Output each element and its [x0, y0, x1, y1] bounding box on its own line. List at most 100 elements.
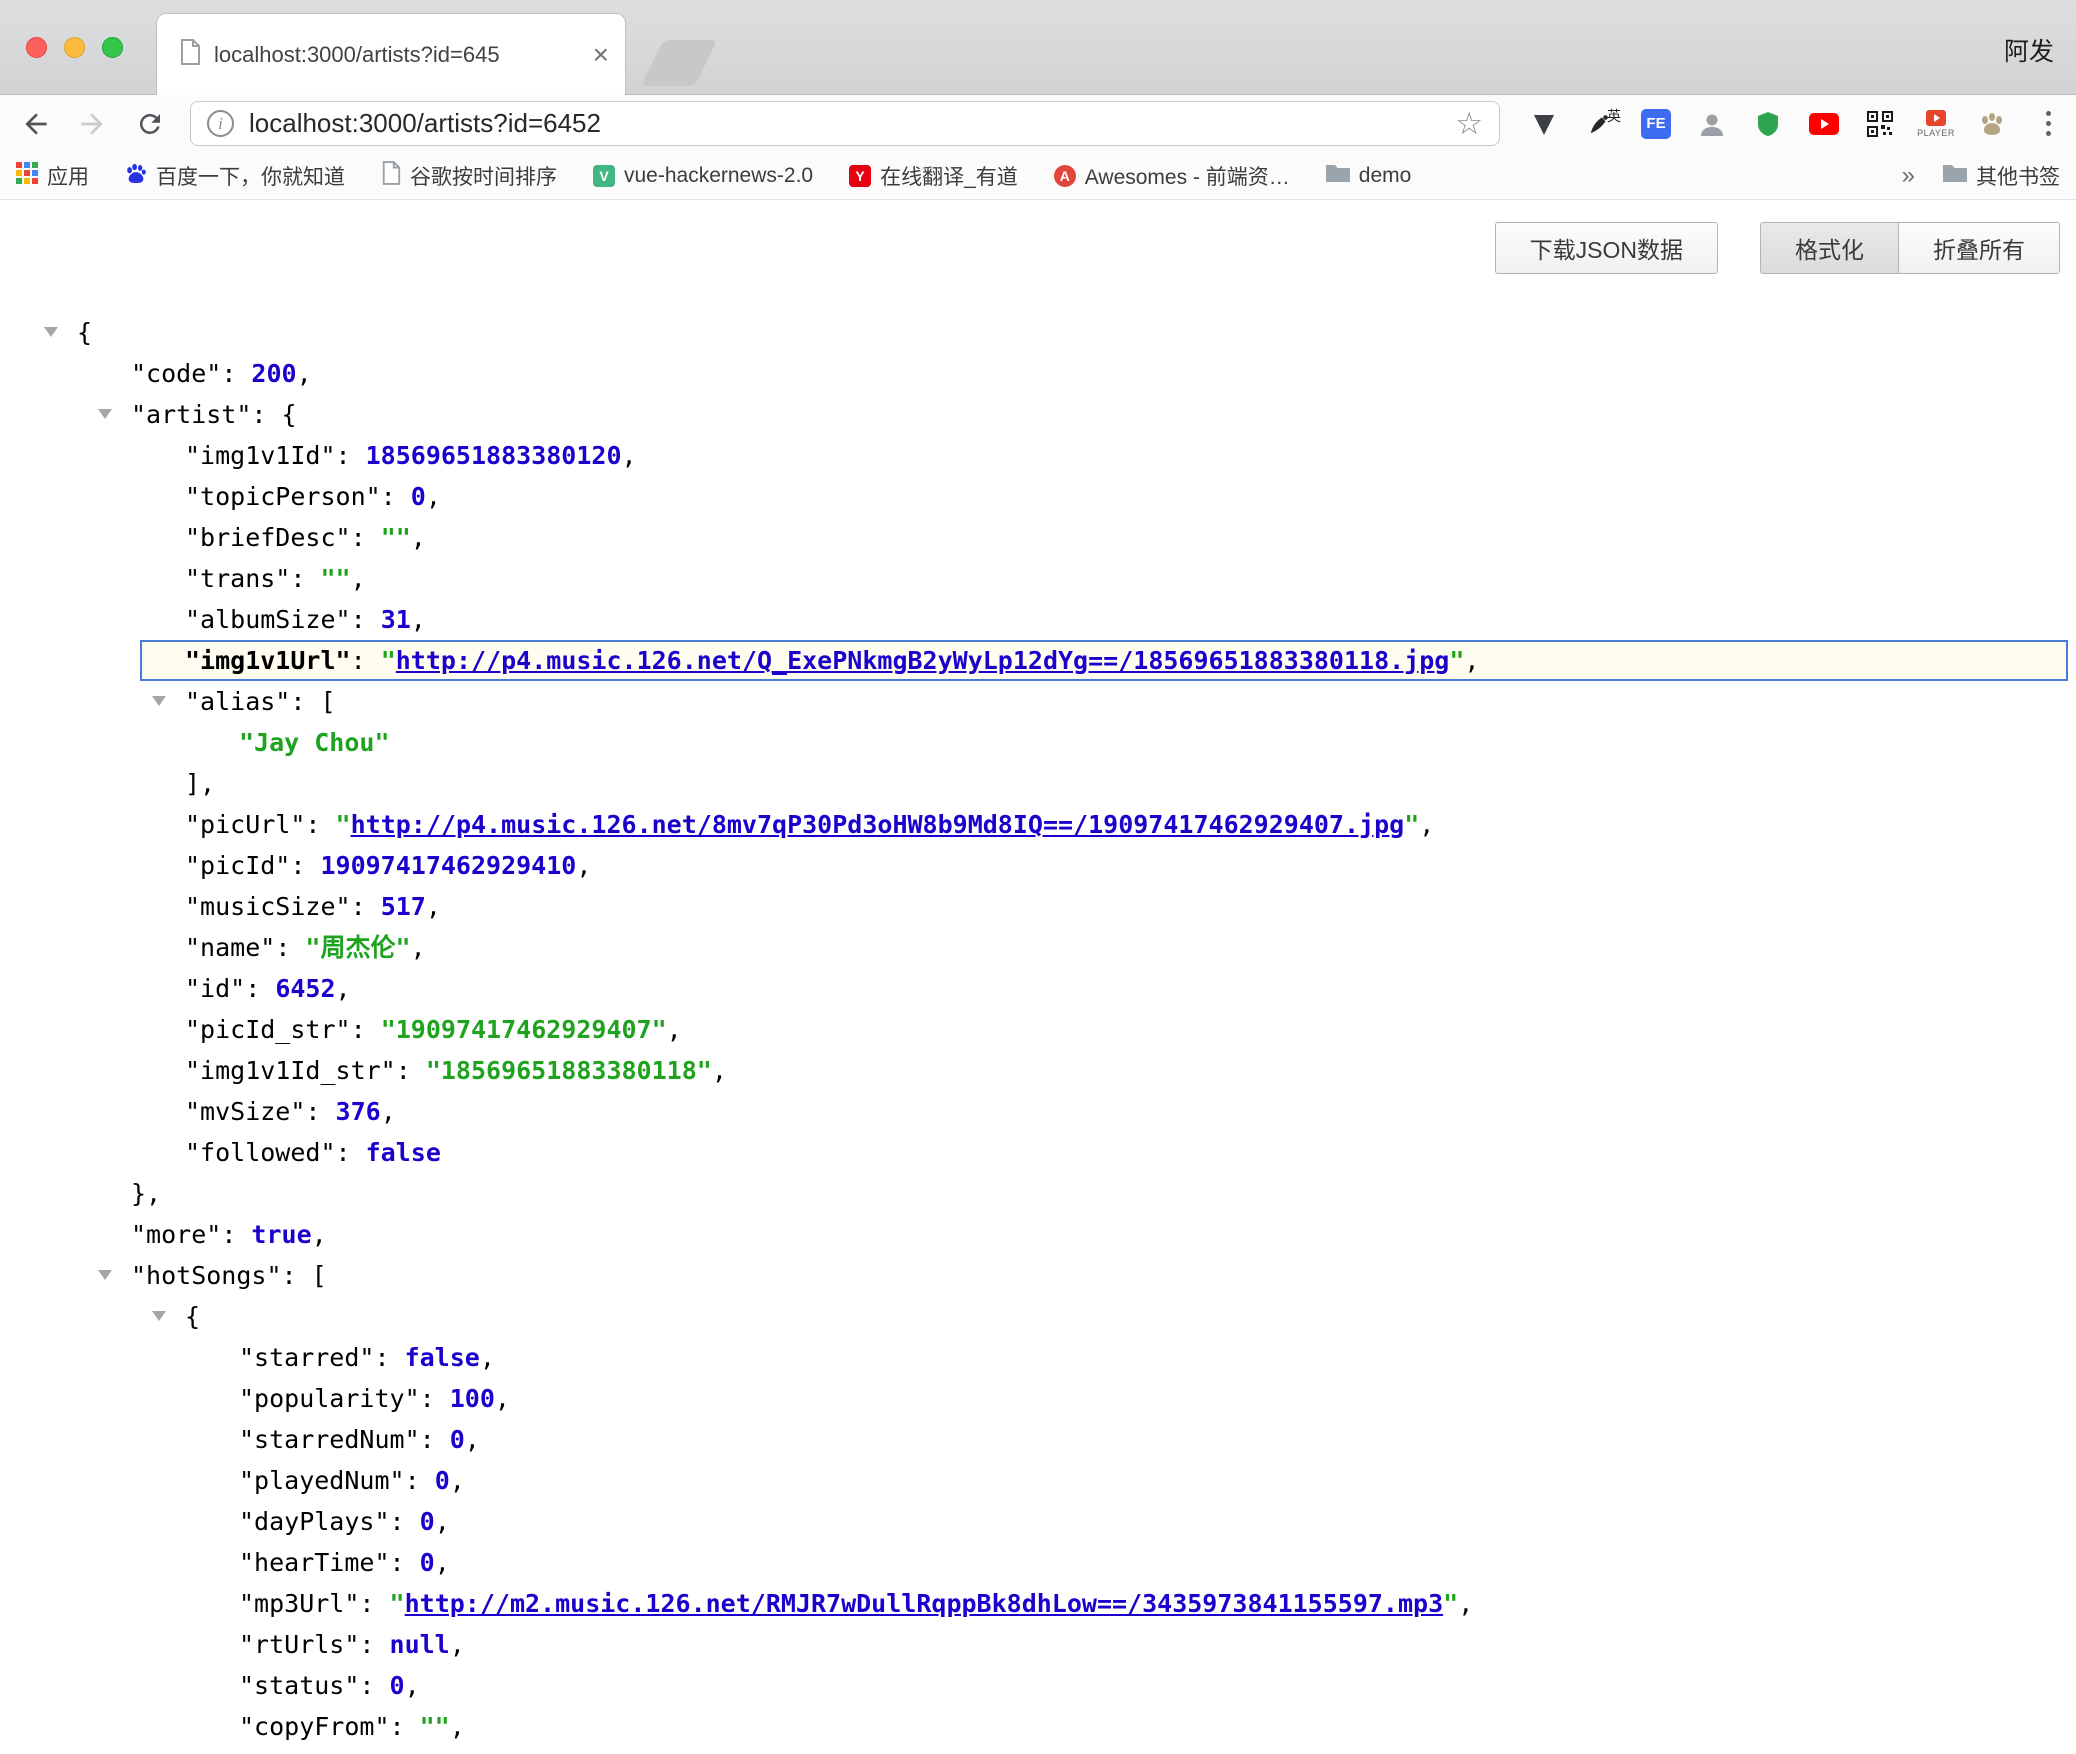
dark-flag-extension-icon[interactable] [1516, 95, 1572, 152]
json-punctuation: , [667, 1015, 682, 1044]
json-line: "followed": false [0, 1132, 2076, 1173]
json-line: "hearTime": 0, [0, 1542, 2076, 1583]
json-punctuation: : [405, 1466, 435, 1495]
back-button[interactable] [18, 106, 54, 142]
page-favicon-icon [179, 39, 201, 70]
youtube-extension-icon[interactable] [1796, 95, 1852, 152]
format-button[interactable]: 格式化 [1761, 223, 1898, 273]
player-extension-icon[interactable]: PLAYER [1908, 95, 1964, 152]
json-value: false [405, 1343, 480, 1372]
collapse-arrow-icon[interactable] [44, 327, 58, 337]
json-line: "name": "周杰伦", [0, 927, 2076, 968]
json-key: "alias" [185, 687, 290, 716]
json-url-link[interactable]: http://m2.music.126.net/RMJR7wDullRqppBk… [405, 1589, 1444, 1618]
fe-extension-icon[interactable]: FE [1628, 95, 1684, 152]
awesomes-favicon: A [1054, 165, 1076, 187]
json-value: 0 [411, 482, 426, 511]
profile-extension-icon[interactable] [1684, 95, 1740, 152]
json-line: "trans": "", [0, 558, 2076, 599]
json-line: "dayPlays": 0, [0, 1501, 2076, 1542]
json-url-link[interactable]: http://p4.music.126.net/8mv7qP30Pd3oHW8b… [351, 810, 1405, 839]
url-text[interactable]: localhost:3000/artists?id=6452 [249, 108, 1455, 139]
json-string: " [1443, 1589, 1458, 1618]
json-line: "more": true, [0, 1214, 2076, 1255]
bookmark-baidu[interactable]: 百度一下，你就知道 [125, 161, 345, 191]
json-line: "code": 200, [0, 353, 2076, 394]
json-punctuation: : [359, 1671, 389, 1700]
bookmarks-overflow-chevron[interactable]: » [1902, 162, 1915, 190]
translate-extension-icon[interactable]: 英 [1572, 95, 1628, 152]
new-tab-button[interactable] [641, 40, 717, 86]
bookmark-apps[interactable]: 应用 [16, 161, 89, 191]
json-key: "copyFrom" [239, 1712, 390, 1741]
json-string: " [381, 646, 396, 675]
bookmark-awesomes[interactable]: A Awesomes - 前端资… [1054, 161, 1290, 191]
collapse-arrow-icon[interactable] [98, 1270, 112, 1280]
json-string: "" [320, 564, 350, 593]
collapse-arrow-icon[interactable] [152, 696, 166, 706]
fe-extension-label: FE [1641, 109, 1671, 139]
json-punctuation: , [312, 1220, 327, 1249]
json-key: "rtUrls" [239, 1630, 359, 1659]
qrcode-extension-icon[interactable] [1852, 95, 1908, 152]
json-punctuation: : [374, 1343, 404, 1372]
forward-button[interactable] [74, 106, 110, 142]
bookmark-vue-hackernews[interactable]: V vue-hackernews-2.0 [593, 164, 813, 188]
json-value: 0 [390, 1671, 405, 1700]
paw-extension-icon[interactable] [1964, 95, 2020, 152]
download-json-button[interactable]: 下载JSON数据 [1495, 222, 1718, 274]
json-line: "status": 0, [0, 1665, 2076, 1706]
window-zoom-button[interactable] [102, 37, 123, 58]
json-key: "artist" [131, 400, 251, 429]
json-url-link[interactable]: http://p4.music.126.net/Q_ExePNkmgB2yWyL… [396, 646, 1450, 675]
json-punctuation: }, [131, 1179, 161, 1208]
json-punctuation: : [359, 1589, 389, 1618]
json-punctuation: { [185, 1302, 200, 1331]
reload-button[interactable] [132, 106, 168, 142]
profile-name[interactable]: 阿发 [2004, 32, 2054, 68]
folder-icon [1326, 163, 1350, 188]
json-line: "albumSize": 31, [0, 599, 2076, 640]
shield-extension-icon[interactable] [1740, 95, 1796, 152]
json-value: 200 [251, 359, 296, 388]
json-key: "picId_str" [185, 1015, 351, 1044]
bookmark-youdao-translate[interactable]: Y 在线翻译_有道 [849, 161, 1018, 191]
collapse-all-button[interactable]: 折叠所有 [1898, 223, 2059, 273]
json-key: "img1v1Id_str" [185, 1056, 396, 1085]
json-punctuation: , [1464, 646, 1479, 675]
collapse-arrow-icon[interactable] [98, 409, 112, 419]
bookmark-label: vue-hackernews-2.0 [624, 164, 813, 188]
json-line: "starred": false, [0, 1337, 2076, 1378]
json-punctuation: : [221, 1220, 251, 1249]
json-line: { [0, 1296, 2076, 1337]
json-value: 6452 [275, 974, 335, 1003]
json-punctuation: , [1419, 810, 1434, 839]
json-line: ], [0, 763, 2076, 804]
bookmark-google-sort[interactable]: 谷歌按时间排序 [381, 161, 557, 191]
json-punctuation: : [245, 974, 275, 1003]
youdao-favicon: Y [849, 165, 871, 187]
json-punctuation: : [396, 1056, 426, 1085]
other-bookmarks-folder[interactable]: 其他书签 [1943, 161, 2060, 191]
browser-menu-button[interactable] [2020, 95, 2076, 152]
bookmark-demo-folder[interactable]: demo [1326, 163, 1412, 188]
browser-tab[interactable]: localhost:3000/artists?id=645 × [156, 13, 626, 95]
json-punctuation: , [351, 564, 366, 593]
json-punctuation: : [359, 1630, 389, 1659]
json-punctuation: : [351, 1015, 381, 1044]
json-punctuation: : [290, 687, 320, 716]
address-bar[interactable]: i localhost:3000/artists?id=6452 ☆ [190, 101, 1500, 146]
json-key: "albumSize" [185, 605, 351, 634]
json-punctuation: : [305, 810, 335, 839]
bookmark-star-icon[interactable]: ☆ [1455, 108, 1483, 139]
json-punctuation: [ [320, 687, 335, 716]
json-punctuation: : [420, 1384, 450, 1413]
collapse-arrow-icon[interactable] [152, 1311, 166, 1321]
json-punctuation: , [426, 482, 441, 511]
page-info-icon[interactable]: i [207, 110, 234, 137]
json-value: 0 [435, 1466, 450, 1495]
json-line: "briefDesc": "", [0, 517, 2076, 558]
window-minimize-button[interactable] [64, 37, 85, 58]
window-close-button[interactable] [26, 37, 47, 58]
tab-close-icon[interactable]: × [593, 41, 609, 69]
